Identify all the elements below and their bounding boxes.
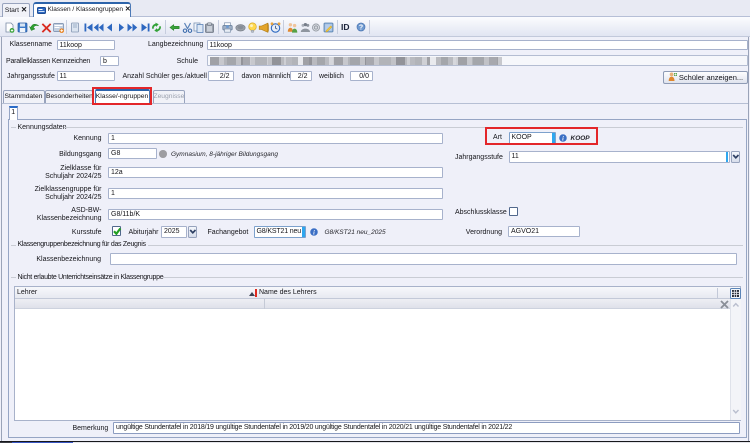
svg-text:?: ?: [358, 24, 362, 31]
